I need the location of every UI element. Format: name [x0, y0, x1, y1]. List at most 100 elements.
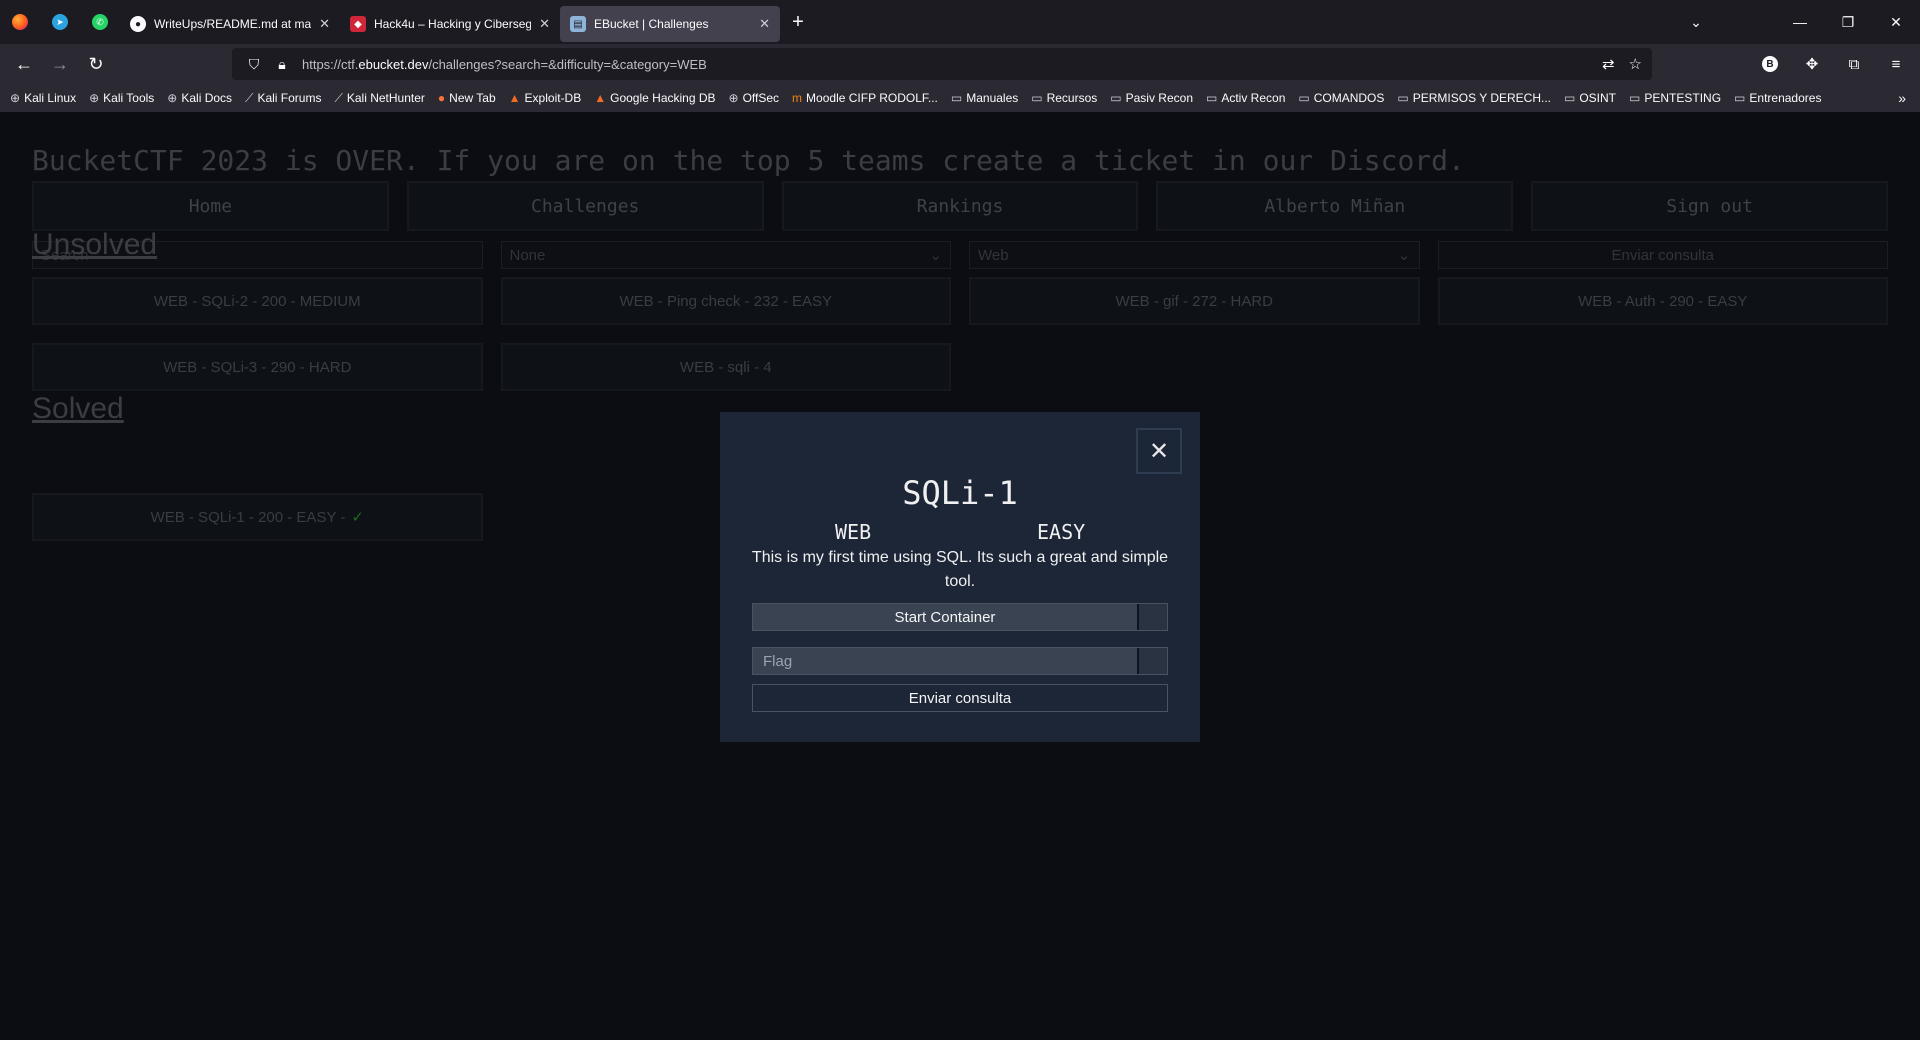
bookmark-item[interactable]: ⟋ Kali NetHunter [334, 91, 424, 106]
chevron-more-icon[interactable]: » [1898, 90, 1906, 106]
firefox-icon[interactable] [0, 0, 40, 44]
globe-icon: ⊕ [10, 91, 21, 105]
start-container-button[interactable]: Start Container [753, 604, 1139, 630]
pinned-tab-whatsapp[interactable]: ✆ [80, 0, 120, 44]
restore-icon[interactable]: ❐ [1824, 14, 1872, 31]
tab-hack4u[interactable]: ◆ Hack4u – Hacking y Ciberseguri ✕ [340, 6, 560, 42]
challenge-card[interactable]: WEB - Auth - 290 - EASY [1437, 277, 1888, 325]
extension-icon[interactable]: ✥ [1794, 48, 1830, 80]
url-path: /challenges?search=&difficulty=&category… [428, 56, 707, 72]
forward-icon[interactable]: → [42, 48, 78, 80]
challenge-label: WEB - SQLi-1 - 200 - EASY - [150, 508, 346, 526]
close-icon[interactable]: ✕ [1136, 428, 1182, 474]
challenge-card[interactable]: WEB - Ping check - 232 - EASY [500, 277, 951, 325]
filter-submit-button[interactable]: Enviar consulta [1437, 241, 1888, 269]
bookmark-label: PENTESTING [1644, 91, 1722, 105]
bookmark-folder[interactable]: ▭ PENTESTING [1629, 91, 1721, 105]
new-tab-button[interactable]: + [780, 4, 816, 40]
bookmark-item[interactable]: ⊕ Kali Tools [89, 91, 154, 105]
shield-icon[interactable]: ⛉ [240, 56, 268, 73]
bookmark-folder[interactable]: ▭ Manuales [951, 91, 1018, 105]
bookmark-label: Kali Linux [24, 91, 77, 105]
bookmark-folder[interactable]: ▭ COMANDOS [1298, 91, 1384, 105]
category-select[interactable]: Web ⌄ [969, 241, 1420, 269]
category-value: Web [978, 246, 1009, 264]
pinned-tab-telegram[interactable]: ➤ [40, 0, 80, 44]
reload-icon[interactable]: ↻ [78, 48, 114, 80]
bookmark-folder[interactable]: ▭ Recursos [1031, 91, 1097, 105]
lock-icon[interactable]: 🔒︎ [268, 56, 296, 73]
bookmark-item[interactable]: m Moodle CIFP RODOLF... [792, 91, 938, 105]
flag-input[interactable]: Flag [753, 648, 1139, 674]
nav-challenges[interactable]: Challenges [406, 181, 764, 231]
modal-difficulty: EASY [1037, 520, 1086, 544]
bookmark-item[interactable]: ⊕ Kali Linux [10, 91, 76, 105]
kali-dragon-icon: ⟋ [334, 90, 343, 105]
nav-sign-out[interactable]: Sign out [1531, 181, 1888, 231]
challenge-card[interactable]: WEB - SQLi-3 - 290 - HARD [32, 343, 483, 391]
whatsapp-icon: ✆ [92, 14, 108, 30]
close-window-icon[interactable]: ✕ [1872, 14, 1920, 31]
bookmark-folder[interactable]: ▭ Activ Recon [1206, 91, 1285, 105]
github-icon: ● [130, 16, 146, 32]
challenge-card[interactable]: WEB - gif - 272 - HARD [969, 277, 1420, 325]
bookmark-folder[interactable]: ▭ Entrenadores [1734, 91, 1821, 105]
chevron-down-icon: ⌄ [929, 247, 942, 264]
extension-b-icon[interactable]: B [1752, 48, 1788, 80]
bookmark-item[interactable]: ▲ Exploit-DB [509, 91, 582, 105]
bookmark-label: PERMISOS Y DERECH... [1412, 91, 1551, 105]
globe-icon: ⊕ [167, 91, 178, 105]
close-tab-icon[interactable]: ✕ [539, 16, 550, 32]
close-tab-icon[interactable]: ✕ [319, 16, 330, 32]
challenge-card[interactable]: WEB - SQLi-2 - 200 - MEDIUM [32, 277, 483, 325]
bookmark-label: Kali Forums [257, 91, 322, 105]
chevron-down-icon: ⌄ [1397, 247, 1411, 264]
submit-flag-button[interactable]: Enviar consulta [752, 684, 1168, 712]
translate-icon[interactable]: ⇄ [1602, 55, 1615, 73]
bookmark-item[interactable]: ▲ Google Hacking DB [594, 91, 715, 105]
bookmark-folder[interactable]: ▭ OSINT [1564, 91, 1616, 105]
bookmark-label: Entrenadores [1749, 91, 1822, 105]
tab-ebucket[interactable]: ▤ EBucket | Challenges ✕ [560, 6, 780, 42]
modal-description: This is my first time using SQL. Its suc… [751, 549, 1169, 590]
browser-nav-bar: ← → ↻ ⛉ 🔒︎ https://ctf. ebucket.dev/chall… [0, 44, 1920, 84]
bookmark-label: COMANDOS [1313, 91, 1385, 105]
bookmark-folder[interactable]: ▭ PERMISOS Y DERECH... [1397, 91, 1551, 105]
bookmark-label: Kali NetHunter [346, 91, 425, 105]
url-bar[interactable]: ⛉ 🔒︎ https://ctf. ebucket.dev/challenges?… [232, 48, 1652, 80]
bookmark-label: Recursos [1046, 91, 1098, 105]
bookmark-star-icon[interactable]: ☆ [1629, 55, 1642, 73]
bookmark-folder[interactable]: ▭ Pasiv Recon [1110, 91, 1193, 105]
minimize-icon[interactable]: — [1776, 14, 1824, 30]
nav-home[interactable]: Home [32, 181, 389, 231]
flag-input-side[interactable] [1139, 648, 1167, 674]
tab-github[interactable]: ● WriteUps/README.md at main ✕ [120, 6, 340, 42]
start-container-side[interactable] [1139, 604, 1167, 630]
folder-icon: ▭ [1397, 91, 1409, 105]
menu-icon[interactable]: ≡ [1878, 48, 1914, 80]
bookmark-label: New Tab [449, 91, 496, 105]
folder-icon: ▭ [950, 91, 963, 105]
exploit-db-icon: ▲ [508, 91, 521, 105]
close-tab-icon[interactable]: ✕ [759, 16, 770, 32]
bookmark-label: Activ Recon [1221, 91, 1286, 105]
challenge-card[interactable]: WEB - sqli - 4 [500, 343, 951, 391]
folder-icon: ▭ [1629, 91, 1641, 105]
list-tabs-icon[interactable]: ⌄ [1672, 14, 1720, 31]
extensions-puzzle-icon[interactable]: ⧉ [1836, 48, 1872, 80]
challenge-card-solved[interactable]: WEB - SQLi-1 - 200 - EASY - ✓ [32, 493, 483, 541]
bookmark-item[interactable]: ⊕ Kali Docs [167, 91, 232, 105]
bookmark-item[interactable]: ● New Tab [438, 91, 496, 105]
solved-heading: Solved [32, 392, 124, 425]
modal-title: SQLi-1 [902, 474, 1018, 512]
bookmark-label: OffSec [742, 91, 780, 105]
modal-category: WEB [835, 520, 872, 544]
nav-user-profile[interactable]: Alberto Miñan [1156, 181, 1514, 231]
exploit-db-icon: ▲ [594, 91, 607, 105]
nav-rankings[interactable]: Rankings [781, 181, 1139, 231]
bookmark-item[interactable]: ⊕ OffSec [729, 91, 780, 105]
difficulty-select[interactable]: None ⌄ [500, 241, 951, 269]
folder-icon: ▭ [1734, 91, 1746, 105]
back-icon[interactable]: ← [6, 48, 42, 80]
bookmark-item[interactable]: ⟋ Kali Forums [245, 91, 321, 106]
